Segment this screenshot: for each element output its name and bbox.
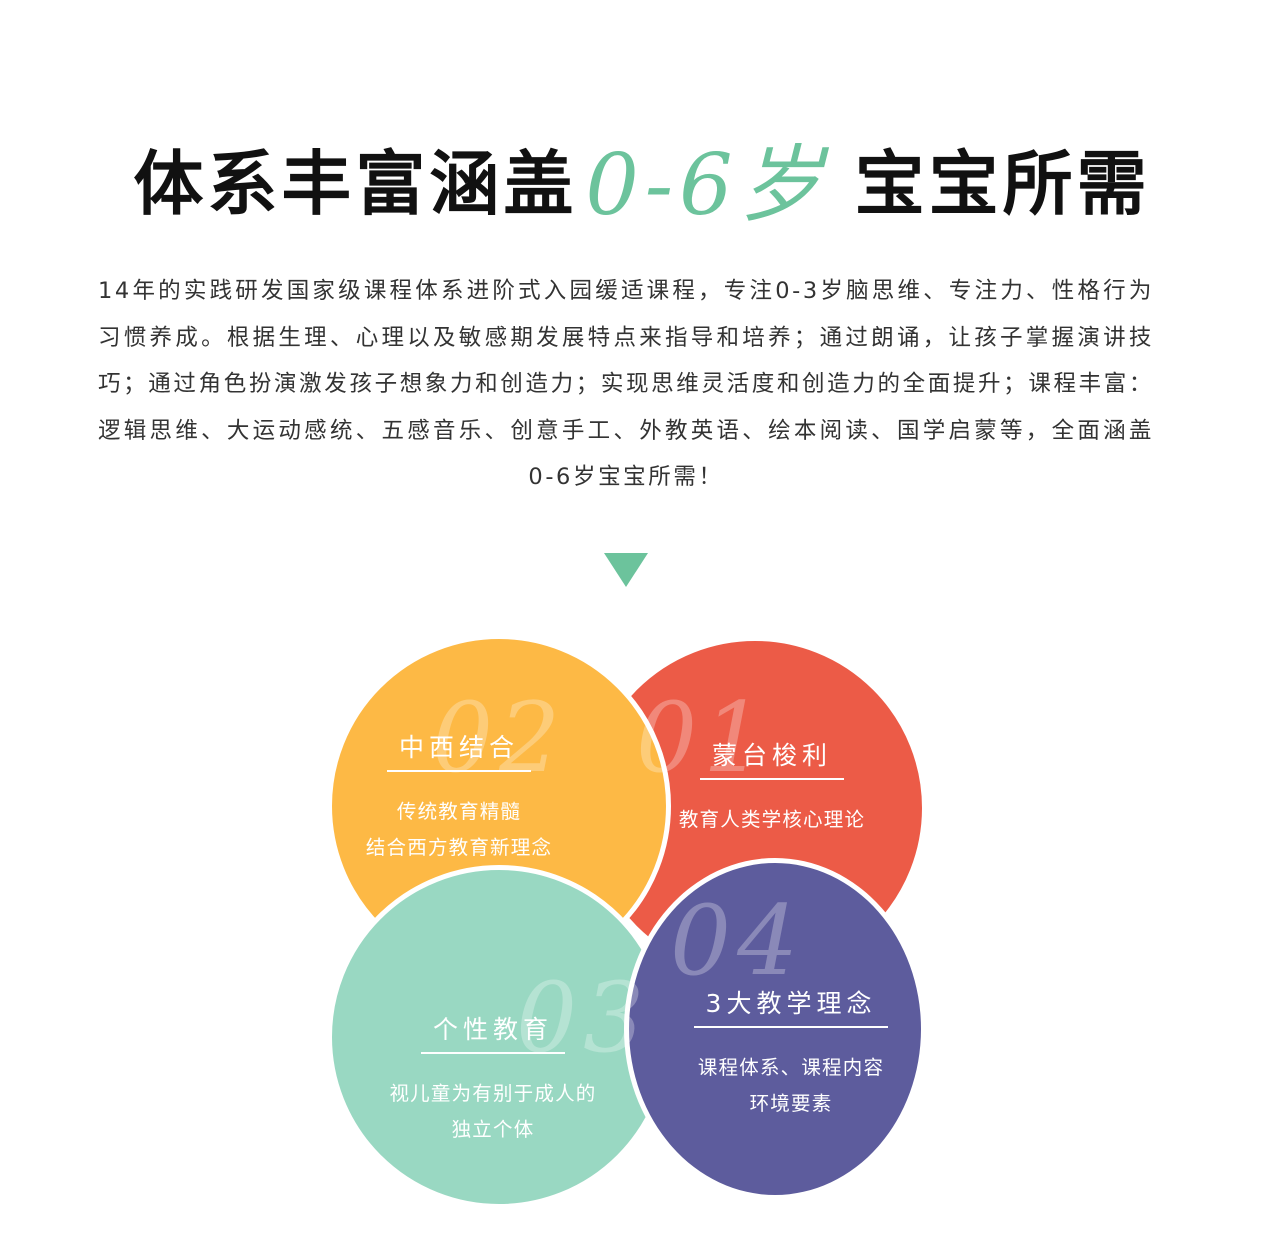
- feature-description: 课程体系、课程内容 环境要素: [672, 1050, 910, 1122]
- headline: 体系丰富涵盖0-6岁 宝宝所需: [0, 118, 1284, 234]
- feature-title: 蒙台梭利: [699, 736, 844, 780]
- feature-title: 中西结合: [386, 728, 531, 772]
- intro-paragraph: 14年的实践研发国家级课程体系进阶式入园缓适课程，专注0-3岁脑思维、专注力、性…: [98, 278, 1154, 490]
- feature-block-east-west: 中西结合 传统教育精髓 结合西方教育新理念: [336, 728, 582, 866]
- feature-description: 视儿童为有别于成人的 独立个体: [360, 1076, 626, 1148]
- feature-number-04: 04: [670, 885, 805, 997]
- feature-desc-line: 结合西方教育新理念: [365, 836, 553, 859]
- feature-desc-line: 视儿童为有别于成人的: [389, 1082, 597, 1105]
- feature-desc-line: 教育人类学核心理论: [678, 808, 866, 831]
- headline-part2: 宝宝所需: [854, 143, 1151, 225]
- feature-title: 3大教学理念: [693, 984, 889, 1028]
- feature-block-individual: 个性教育 视儿童为有别于成人的 独立个体: [360, 1010, 626, 1148]
- feature-desc-line: 环境要素: [749, 1092, 833, 1115]
- feature-desc-line: 独立个体: [451, 1118, 535, 1141]
- feature-title: 个性教育: [420, 1010, 565, 1054]
- feature-desc-line: 传统教育精髓: [396, 800, 522, 823]
- feature-block-three-concepts: 3大教学理念 课程体系、课程内容 环境要素: [672, 984, 910, 1122]
- headline-part1: 体系丰富涵盖: [133, 143, 578, 225]
- feature-block-montessori: 蒙台梭利 教育人类学核心理论: [650, 736, 894, 838]
- feature-desc-line: 课程体系、课程内容: [697, 1056, 885, 1079]
- feature-description: 教育人类学核心理论: [650, 802, 894, 838]
- down-triangle-icon: [604, 553, 648, 587]
- headline-age: 0-6岁: [585, 136, 829, 234]
- feature-description: 传统教育精髓 结合西方教育新理念: [336, 794, 582, 866]
